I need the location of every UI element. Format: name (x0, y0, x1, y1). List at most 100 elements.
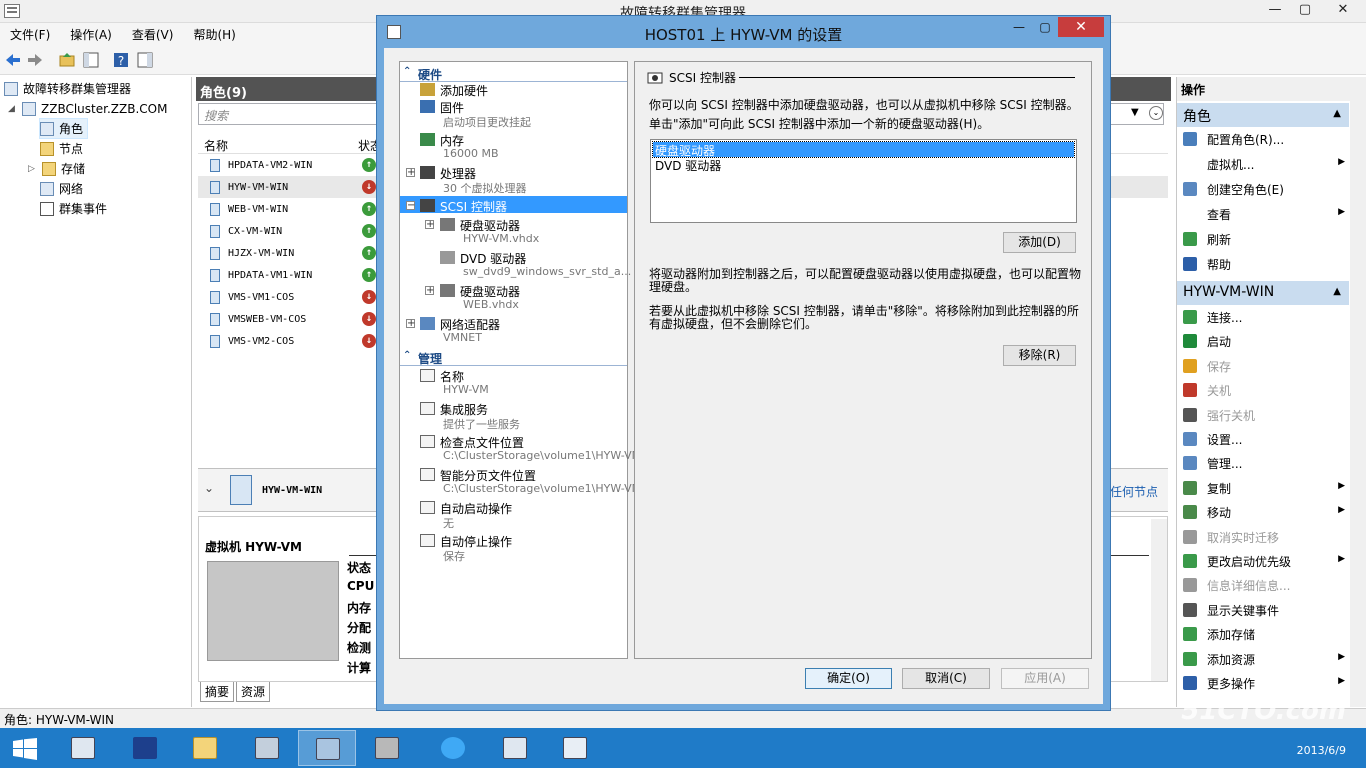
actions-section-header[interactable]: 角色 ▲ (1177, 103, 1349, 127)
list-item-hard-drive[interactable]: 硬盘驱动器 (652, 141, 1075, 158)
action-item[interactable]: 虚拟机... ▶ (1177, 152, 1349, 176)
maximize-button[interactable]: ▢ (1290, 0, 1320, 20)
taskbar-server-manager[interactable] (54, 730, 112, 766)
management-section-header[interactable]: ⌃ 管理 (400, 350, 627, 366)
back-arrow-icon[interactable] (4, 51, 22, 69)
action-item[interactable]: 创建空角色(E) (1177, 177, 1349, 201)
tree-item-cluster-events[interactable]: 群集事件 (40, 199, 107, 218)
menu-file[interactable]: 文件(F) (0, 23, 60, 45)
taskbar-remote[interactable] (546, 730, 604, 766)
actions-section-header[interactable]: HYW-VM-WIN ▲ (1177, 281, 1349, 305)
tree-cluster[interactable]: ◢ ZZBCluster.ZZB.COM (8, 99, 167, 118)
action-item[interactable]: 复制 ▶ (1177, 476, 1349, 500)
action-item[interactable]: 查看 ▶ (1177, 202, 1349, 226)
action-label: 连接... (1207, 311, 1243, 325)
nav-item-label[interactable]: 添加硬件 (440, 82, 488, 99)
tree-root[interactable]: 故障转移群集管理器 (4, 79, 131, 98)
taskbar-tools[interactable] (358, 730, 416, 766)
show-tree-icon[interactable] (82, 51, 100, 69)
show-action-pane-icon[interactable] (136, 51, 154, 69)
expand-icon[interactable]: + (406, 168, 415, 178)
action-item[interactable]: 保存 (1177, 354, 1349, 378)
apply-button[interactable]: 应用(A) (1001, 668, 1089, 689)
action-item[interactable]: 添加存储 (1177, 622, 1349, 646)
taskbar-hyperv[interactable] (238, 730, 296, 766)
taskbar-ie[interactable] (424, 730, 482, 766)
action-item[interactable]: 启动 (1177, 329, 1349, 353)
expand-arrow-icon[interactable]: ▷ (28, 164, 38, 174)
role-name: HYW-VM-WIN (228, 182, 289, 193)
tree-item-networks[interactable]: 网络 (40, 179, 83, 198)
action-item[interactable]: 添加资源 ▶ (1177, 647, 1349, 671)
dialog-close-button[interactable]: ✕ (1058, 17, 1104, 37)
taskbar-powershell[interactable] (116, 730, 174, 766)
cluster-icon (22, 101, 36, 116)
forward-arrow-icon[interactable] (26, 51, 44, 69)
group-divider (739, 77, 1075, 78)
action-item[interactable]: 信息详细信息... (1177, 573, 1349, 597)
dvd-drive-icon (440, 251, 455, 264)
preferred-owner-link[interactable]: 任何节点 (1110, 483, 1158, 500)
hardware-section-header[interactable]: ⌃ 硬件 (400, 66, 627, 82)
collapse-icon[interactable]: − (406, 201, 415, 211)
hyperv-icon (255, 737, 279, 759)
dialog-maximize-button[interactable]: ▢ (1032, 17, 1058, 37)
drive-type-list[interactable]: 硬盘驱动器 DVD 驱动器 (650, 139, 1077, 223)
collapse-chevron-icon[interactable]: ⌄ (204, 481, 214, 495)
action-item[interactable]: 帮助 (1177, 252, 1349, 276)
action-item[interactable]: 关机 (1177, 378, 1349, 402)
vm-thumbnail[interactable] (207, 561, 339, 661)
ok-button[interactable]: 确定(O) (805, 668, 892, 689)
column-name[interactable]: 名称 (204, 137, 228, 154)
up-folder-icon[interactable] (58, 51, 76, 69)
vm-icon (210, 313, 220, 326)
action-item[interactable]: 连接... (1177, 305, 1349, 329)
dialog-minimize-button[interactable]: — (1006, 17, 1032, 37)
remove-button[interactable]: 移除(R) (1003, 345, 1076, 366)
add-button[interactable]: 添加(D) (1003, 232, 1076, 253)
taskbar-network[interactable] (486, 730, 544, 766)
minimize-button[interactable]: — (1260, 0, 1290, 20)
menu-help[interactable]: 帮助(H) (183, 23, 245, 45)
expand-icon[interactable]: + (406, 319, 415, 329)
action-item[interactable]: 显示关键事件 (1177, 598, 1349, 622)
action-item[interactable]: 取消实时迁移 (1177, 525, 1349, 549)
menu-action[interactable]: 操作(A) (60, 23, 122, 45)
stopped-status-icon: ↓ (362, 180, 376, 194)
settings-content: SCSI 控制器 你可以向 SCSI 控制器中添加硬盘驱动器，也可以从虚拟机中移… (634, 61, 1092, 659)
action-item[interactable]: 强行关机 (1177, 403, 1349, 427)
expand-circle-icon[interactable]: ⌄ (1149, 106, 1163, 120)
action-item[interactable]: 更多操作 ▶ (1177, 671, 1349, 695)
expand-icon[interactable]: + (425, 220, 434, 230)
help-icon[interactable]: ? (112, 51, 130, 69)
search-input[interactable]: 搜索 (198, 103, 378, 125)
actions-scrollbar[interactable] (1350, 97, 1366, 707)
action-label: 设置... (1207, 433, 1243, 447)
cancel-button[interactable]: 取消(C) (902, 668, 990, 689)
dialog-titlebar[interactable]: HOST01 上 HYW-VM 的设置 — ▢ ✕ (377, 16, 1110, 48)
action-item[interactable]: 刷新 (1177, 227, 1349, 251)
taskbar-explorer[interactable] (176, 730, 234, 766)
taskbar-failover-cluster[interactable] (298, 730, 356, 766)
action-item[interactable]: 移动 ▶ (1177, 500, 1349, 524)
close-button[interactable]: ✕ (1320, 0, 1366, 20)
action-item[interactable]: 配置角色(R)... (1177, 127, 1349, 151)
expand-icon[interactable]: + (425, 286, 434, 296)
action-item[interactable]: 更改启动优先级 ▶ (1177, 549, 1349, 573)
tab-resources[interactable]: 资源 (236, 682, 271, 702)
tab-summary[interactable]: 摘要 (200, 682, 235, 702)
list-item-dvd-drive[interactable]: DVD 驱动器 (653, 157, 1074, 173)
query-dropdown[interactable]: ▼ ⌄ (1108, 103, 1164, 125)
vm-icon (210, 291, 220, 304)
tree-item-roles[interactable]: 角色 (38, 118, 89, 139)
collapse-arrow-icon[interactable]: ◢ (8, 104, 18, 114)
action-item[interactable]: 设置... (1177, 427, 1349, 451)
menu-view[interactable]: 查看(V) (122, 23, 184, 45)
tree-item-nodes[interactable]: 节点 (40, 139, 83, 158)
start-button[interactable] (0, 730, 58, 766)
tree-item-storage[interactable]: ▷ 存储 (28, 159, 85, 178)
action-item[interactable]: 管理... (1177, 451, 1349, 475)
detail-scrollbar[interactable] (1151, 519, 1167, 681)
nav-item-label[interactable]: SCSI 控制器 (440, 198, 507, 215)
clock-date[interactable]: 2013/6/9 (1297, 744, 1346, 757)
